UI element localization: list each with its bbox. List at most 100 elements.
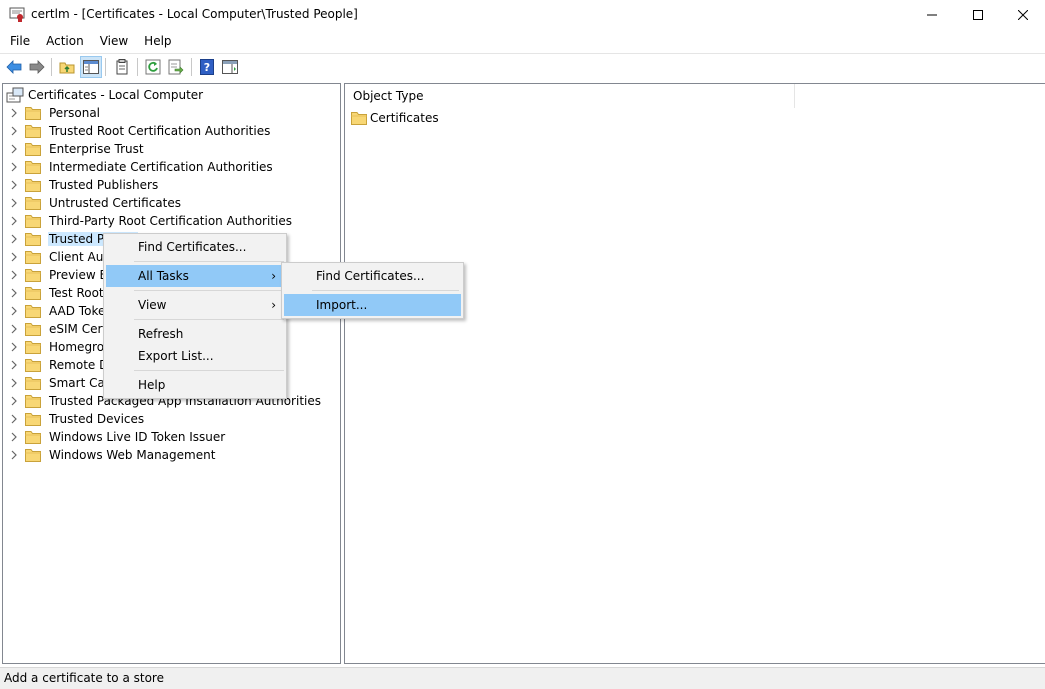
ctx-all-tasks[interactable]: All Tasks › <box>106 265 284 287</box>
tree-item-label: Trusted Publishers <box>49 178 159 192</box>
tree-item-label: Third-Party Root Certification Authoriti… <box>49 214 292 228</box>
folder-icon <box>25 395 41 408</box>
certificate-snapin-icon <box>9 6 25 22</box>
ctx-export-list[interactable]: Export List... <box>106 345 284 367</box>
expand-chevron-icon[interactable] <box>3 122 25 140</box>
expand-chevron-icon[interactable] <box>3 194 25 212</box>
submenu-arrow-icon: › <box>271 269 276 283</box>
svg-text:?: ? <box>204 61 210 74</box>
expand-chevron-icon[interactable] <box>3 428 25 446</box>
expand-chevron-icon[interactable] <box>3 356 25 374</box>
menu-action[interactable]: Action <box>38 30 92 52</box>
tree-item[interactable]: Trusted Devices <box>3 410 145 428</box>
expand-chevron-icon[interactable] <box>3 374 25 392</box>
folder-icon <box>25 323 41 336</box>
tree-item[interactable]: Enterprise Trust <box>3 140 145 158</box>
minimize-button[interactable] <box>909 0 955 30</box>
ctx-export-list-label: Export List... <box>138 349 214 363</box>
menu-separator <box>134 370 284 371</box>
export-list-icon <box>168 59 184 75</box>
tree-item[interactable]: Windows Web Management <box>3 446 216 464</box>
column-header-object-type[interactable]: Object Type <box>345 84 795 108</box>
expand-chevron-icon[interactable] <box>3 446 25 464</box>
properties-button[interactable] <box>111 56 133 78</box>
folder-icon <box>25 107 41 120</box>
expand-chevron-icon[interactable] <box>3 320 25 338</box>
show-hide-action-pane-button[interactable] <box>219 56 241 78</box>
expand-chevron-icon[interactable] <box>3 284 25 302</box>
close-button[interactable] <box>1000 0 1045 30</box>
action-pane-icon <box>222 60 238 74</box>
folder-icon <box>25 287 41 300</box>
toolbar-separator <box>105 58 106 76</box>
expand-chevron-icon[interactable] <box>3 248 25 266</box>
toolbar-separator <box>191 58 192 76</box>
list-item-label: Certificates <box>370 111 439 125</box>
folder-icon <box>25 161 41 174</box>
help-button[interactable]: ? <box>196 56 218 78</box>
title-bar: certlm - [Certificates - Local Computer\… <box>0 0 1045 30</box>
tree-root-label: Certificates - Local Computer <box>28 88 204 102</box>
sub-import[interactable]: Import... <box>284 294 461 316</box>
expand-chevron-icon[interactable] <box>3 392 25 410</box>
tree-item-label: Trusted Root Certification Authorities <box>49 124 271 138</box>
back-button[interactable] <box>3 56 25 78</box>
expand-chevron-icon[interactable] <box>3 176 25 194</box>
show-hide-console-tree-button[interactable] <box>80 56 102 78</box>
folder-icon <box>25 359 41 372</box>
ctx-find-certificates[interactable]: Find Certificates... <box>106 236 284 258</box>
ctx-refresh[interactable]: Refresh <box>106 323 284 345</box>
menu-help[interactable]: Help <box>136 30 179 52</box>
toolbar-separator <box>51 58 52 76</box>
sub-find-certificates-label: Find Certificates... <box>316 269 425 283</box>
expand-chevron-icon[interactable] <box>3 104 25 122</box>
up-folder-icon <box>59 62 75 74</box>
tree-item[interactable]: Third-Party Root Certification Authoriti… <box>3 212 293 230</box>
maximize-icon <box>973 10 983 20</box>
expand-chevron-icon[interactable] <box>3 140 25 158</box>
export-list-button[interactable] <box>165 56 187 78</box>
tree-item-label: Test Roots <box>49 286 110 300</box>
properties-icon <box>116 59 128 75</box>
expand-chevron-icon[interactable] <box>3 158 25 176</box>
submenu-arrow-icon: › <box>271 298 276 312</box>
folder-icon <box>25 233 41 246</box>
tree-item[interactable]: Windows Live ID Token Issuer <box>3 428 226 446</box>
menu-file[interactable]: File <box>0 30 38 52</box>
tree-item[interactable]: Intermediate Certification Authorities <box>3 158 274 176</box>
menu-bar: File Action View Help <box>0 30 1045 52</box>
expand-chevron-icon[interactable] <box>3 410 25 428</box>
folder-icon <box>25 215 41 228</box>
menu-separator <box>134 261 284 262</box>
tree-item[interactable]: Trusted Publishers <box>3 176 159 194</box>
expand-chevron-icon[interactable] <box>3 338 25 356</box>
tree-item-label: Enterprise Trust <box>49 142 144 156</box>
maximize-button[interactable] <box>955 0 1001 30</box>
list-item[interactable]: Certificates <box>351 109 439 127</box>
up-one-level-button[interactable] <box>56 56 78 78</box>
forward-button[interactable] <box>26 56 48 78</box>
tree-item-label: Windows Live ID Token Issuer <box>49 430 226 444</box>
tree-item[interactable]: Test Roots <box>3 284 111 302</box>
expand-chevron-icon[interactable] <box>3 302 25 320</box>
menu-view[interactable]: View <box>92 30 136 52</box>
forward-arrow-icon <box>29 60 45 74</box>
ctx-view[interactable]: View › <box>106 294 284 316</box>
sub-find-certificates[interactable]: Find Certificates... <box>284 265 461 287</box>
menu-separator <box>134 319 284 320</box>
expand-chevron-icon[interactable] <box>3 230 25 248</box>
folder-icon <box>351 112 367 125</box>
expand-chevron-icon[interactable] <box>3 212 25 230</box>
folder-icon <box>25 197 41 210</box>
minimize-icon <box>927 14 937 16</box>
ctx-help[interactable]: Help <box>106 374 284 396</box>
tree-item[interactable]: Personal <box>3 104 101 122</box>
tree-item[interactable]: Trusted Root Certification Authorities <box>3 122 271 140</box>
sub-import-label: Import... <box>316 298 368 312</box>
refresh-button[interactable] <box>142 56 164 78</box>
tree-item[interactable]: Untrusted Certificates <box>3 194 182 212</box>
tree-item-label: Windows Web Management <box>49 448 216 462</box>
ctx-view-label: View <box>138 298 167 312</box>
expand-chevron-icon[interactable] <box>3 266 25 284</box>
tree-root[interactable]: Certificates - Local Computer <box>6 86 203 104</box>
